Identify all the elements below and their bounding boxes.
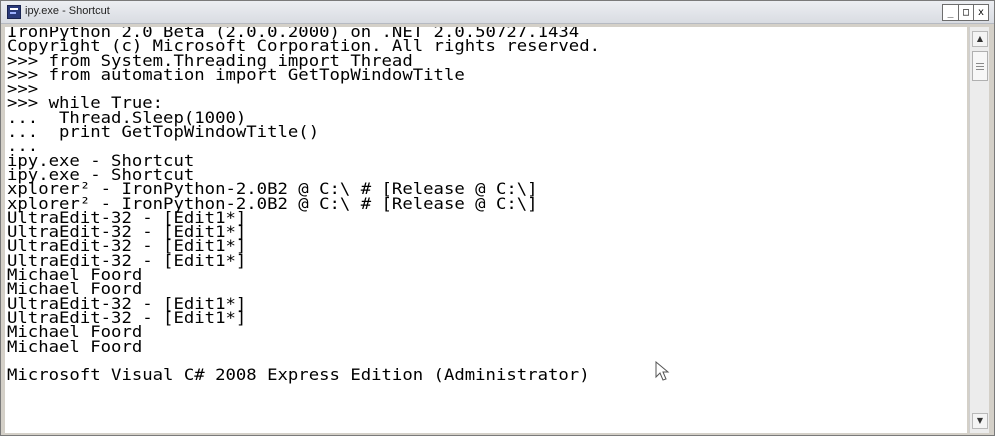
- console-app-icon[interactable]: [7, 5, 21, 19]
- scroll-down-button[interactable]: ▼: [972, 413, 988, 429]
- window-controls: _ □ x: [942, 4, 989, 21]
- console-line: Michael Foord: [7, 336, 143, 356]
- scroll-thumb[interactable]: [972, 51, 988, 81]
- console-line: >>> from automation import GetTopWindowT…: [7, 64, 465, 84]
- console-output[interactable]: IronPython 2.0 Beta (2.0.0.2000) on .NET…: [5, 27, 967, 433]
- scroll-up-button[interactable]: ▲: [972, 31, 988, 47]
- maximize-button[interactable]: □: [958, 5, 973, 20]
- console-line: Microsoft Visual C# 2008 Express Edition…: [7, 365, 590, 385]
- close-button[interactable]: x: [973, 5, 988, 20]
- console-window: ipy.exe - Shortcut _ □ x IronPython 2.0 …: [0, 0, 995, 436]
- mouse-pointer-icon: [655, 361, 670, 381]
- vertical-scrollbar[interactable]: ▲ ▼: [969, 27, 989, 433]
- thumb-grip: [976, 63, 984, 64]
- console-lines: IronPython 2.0 Beta (2.0.0.2000) on .NET…: [7, 27, 600, 385]
- window-title: ipy.exe - Shortcut: [25, 5, 110, 17]
- thumb-grip: [976, 66, 984, 67]
- minimize-button[interactable]: _: [943, 5, 958, 20]
- thumb-grip: [976, 69, 984, 70]
- console-line: ... print GetTopWindowTitle(): [7, 122, 320, 142]
- title-bar[interactable]: ipy.exe - Shortcut _ □ x: [1, 1, 994, 24]
